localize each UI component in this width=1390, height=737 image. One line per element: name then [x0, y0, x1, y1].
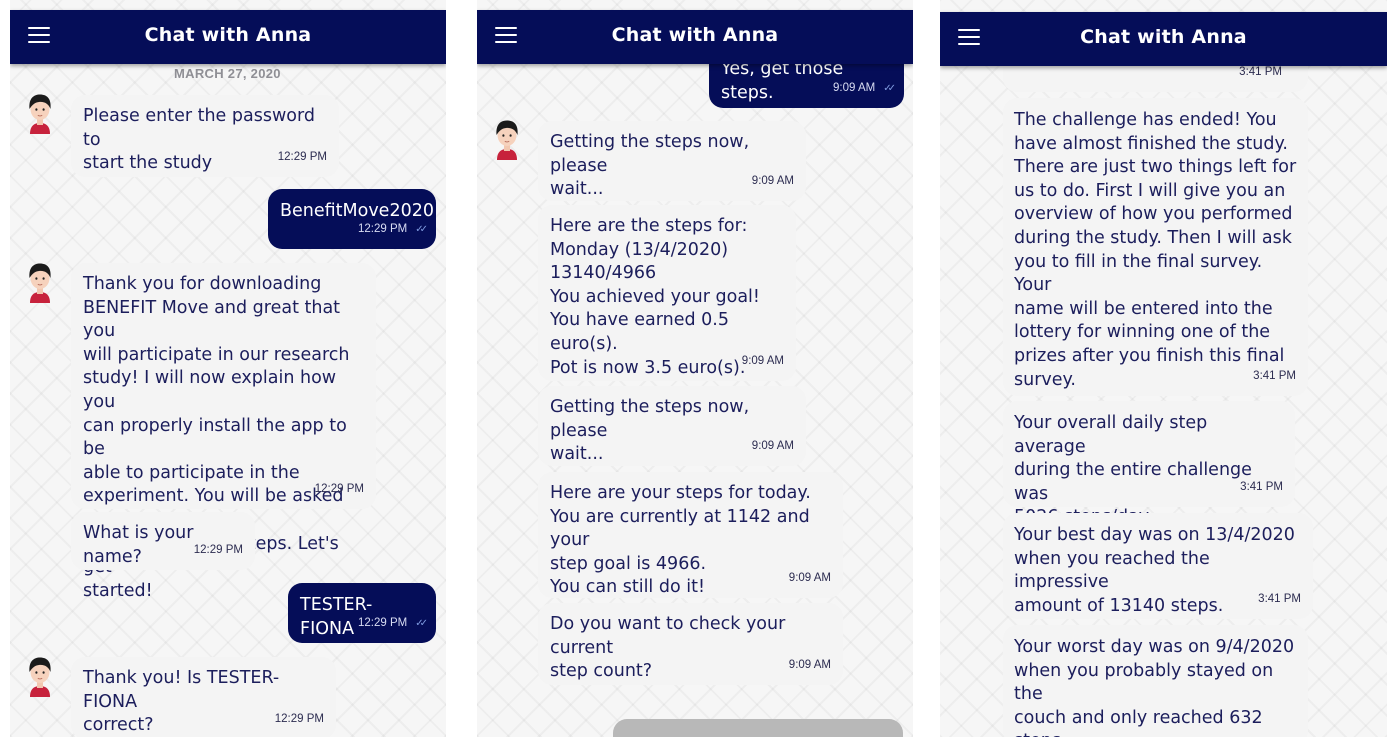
message-time: 12:29 PM: [193, 544, 243, 557]
chat-screen-1: Chat with Anna MARCH 27, 2020 Please ent…: [10, 0, 446, 737]
message-text: The challenge has ended! You have almost…: [1014, 110, 1297, 390]
message-bubble: Your best day was on 13/4/2020 when you …: [1003, 513, 1313, 619]
message-text: Your worst day was on 9/4/2020 when you …: [1014, 637, 1295, 737]
anna-avatar-icon: [24, 655, 56, 697]
message-time: 12:29 PM: [314, 483, 364, 496]
app-bar: Chat with Anna: [477, 10, 913, 64]
message-bubble: Your worst day was on 9/4/2020 when you …: [1003, 625, 1308, 737]
message-time: 3:41 PM: [1258, 593, 1301, 606]
chat-screen-2: Yes, get those steps. 9:09 AM ✓✓ Chat wit…: [477, 0, 913, 737]
message-bubble: Thank you for downloading BENEFIT Move a…: [71, 263, 376, 601]
date-separator: MARCH 27, 2020: [174, 66, 281, 81]
message-bubble: Getting the steps now, please wait... 9:…: [538, 121, 806, 201]
message-bubble: Getting the steps now, please wait... 9:…: [538, 386, 806, 466]
chat-title: Chat with Anna: [144, 24, 312, 46]
message-bubble: Your overall daily step average during t…: [1003, 401, 1295, 527]
app-bar: Chat with Anna: [940, 12, 1387, 66]
message-time: 9:09 AM: [741, 355, 784, 368]
message-bubble: What is your name? 12:29 PM: [71, 512, 255, 570]
double-check-icon: ✓✓: [883, 83, 896, 95]
message-time: 9:09 AM: [833, 82, 876, 95]
double-check-icon: ✓✓: [415, 618, 428, 630]
message-time: 9:09 AM: [788, 659, 831, 672]
message-bubble: Do you want to check your current step c…: [538, 603, 843, 685]
app-bar: Chat with Anna: [10, 10, 446, 64]
double-check-icon: ✓✓: [415, 224, 428, 236]
message-bubble: Here are the steps for: Monday (13/4/202…: [538, 205, 796, 381]
message-time: 12:29 PM: [274, 713, 324, 726]
anna-avatar-icon: [491, 118, 523, 160]
message-bubble-sent: TESTER-FIONA 12:29 PM ✓✓: [288, 583, 436, 643]
chat-screen-3: 3:41 PM Chat with Anna The challenge has…: [940, 0, 1387, 737]
message-bubble: Here are your steps for today. You are c…: [538, 472, 843, 598]
message-time: 12:29 PM: [358, 617, 408, 630]
message-time: 9:09 AM: [788, 572, 831, 585]
message-time: 3:41 PM: [1240, 481, 1283, 494]
message-time: 3:41 PM: [1253, 370, 1296, 383]
message-bubble: Please enter the password to start the s…: [71, 95, 339, 177]
anna-avatar-icon: [24, 92, 56, 134]
message-bubble: Thank you! Is TESTER-FIONA correct? 12:2…: [71, 657, 336, 737]
message-bubble-sent: BenefitMove2020 12:29 PM ✓✓: [268, 189, 436, 249]
anna-avatar-icon: [24, 261, 56, 303]
chat-title: Chat with Anna: [1080, 26, 1247, 48]
message-time: 12:29 PM: [358, 223, 408, 236]
message-bubble: The challenge has ended! You have almost…: [1003, 98, 1308, 396]
message-time: 9:09 AM: [751, 175, 794, 188]
reply-option-button[interactable]: [613, 719, 903, 737]
message-time: 9:09 AM: [751, 440, 794, 453]
chat-title: Chat with Anna: [611, 24, 779, 46]
message-time: 12:29 PM: [277, 151, 327, 164]
